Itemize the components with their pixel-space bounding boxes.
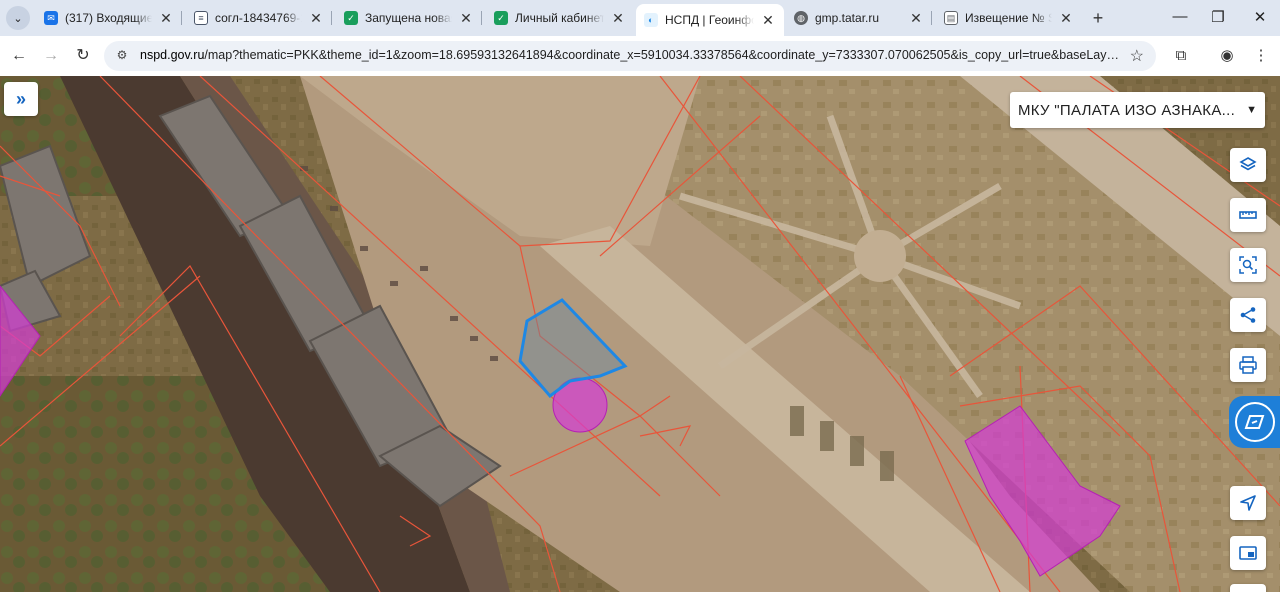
menu-icon[interactable]: ⋮: [1250, 45, 1272, 67]
profile-icon[interactable]: ◉: [1216, 45, 1238, 67]
geolocation-icon: [1240, 495, 1256, 511]
globe-icon: ◍: [794, 11, 808, 25]
layers-button[interactable]: [1230, 148, 1266, 182]
ruler-icon: [1239, 211, 1257, 219]
reload-button[interactable]: ↻: [72, 45, 94, 67]
close-icon[interactable]: ✕: [158, 10, 174, 27]
tab-search-button[interactable]: ⌄: [6, 6, 30, 30]
url-path: /map?thematic=PKK&theme_id=1&zoom=18.695…: [204, 48, 1120, 62]
tab-agreement[interactable]: ≡ согл-18434769-1 | ✕: [186, 4, 332, 32]
close-icon[interactable]: ✕: [908, 10, 924, 27]
tab-gmp-tatar[interactable]: ◍ gmp.tatar.ru ✕: [786, 4, 932, 32]
tab-title: согл-18434769-1 |: [215, 11, 302, 25]
url-host: nspd.gov.ru: [140, 48, 205, 62]
zoom-in-button[interactable]: [1230, 584, 1266, 592]
tab-personal-account[interactable]: ✓ Личный кабинет ✕: [486, 4, 634, 32]
tab-title: (317) Входящие -: [65, 11, 152, 25]
tab-strip: ⌄ ✉ (317) Входящие - ✕ ≡ согл-18434769-1…: [0, 0, 1280, 36]
close-icon[interactable]: ✕: [1058, 10, 1074, 27]
close-window-button[interactable]: ✕: [1248, 8, 1272, 26]
address-bar[interactable]: ⚙ nspd.gov.ru/map?thematic=PKK&theme_id=…: [104, 41, 1156, 71]
area-search-button[interactable]: [1230, 248, 1266, 282]
print-button[interactable]: [1230, 348, 1266, 382]
share-button[interactable]: [1230, 298, 1266, 332]
gosuslugi-icon: ✓: [494, 11, 508, 25]
minimap-icon: [1239, 546, 1257, 560]
close-icon[interactable]: ✕: [760, 12, 776, 29]
tab-title: Извещение № SA: [965, 11, 1052, 25]
tab-title: gmp.tatar.ru: [815, 11, 880, 25]
geolocation-button[interactable]: [1230, 486, 1266, 520]
forward-button[interactable]: →: [40, 45, 62, 67]
print-icon: [1239, 356, 1257, 374]
restore-button[interactable]: ❐: [1206, 8, 1230, 26]
document-icon: ≡: [194, 11, 208, 25]
tab-nspd[interactable]: ◐ НСПД | Геоинфор ✕: [636, 4, 784, 36]
ruler-button[interactable]: [1230, 198, 1266, 232]
tab-inbox[interactable]: ✉ (317) Входящие - ✕: [36, 4, 182, 32]
mail-icon: ✉: [44, 11, 58, 25]
double-chevron-right-icon: »: [15, 88, 26, 109]
share-icon: [1240, 307, 1256, 323]
minimize-button[interactable]: —: [1168, 8, 1192, 25]
organization-value: МКУ "ПАЛАТА ИЗО АЗНАКА...: [1018, 101, 1236, 119]
tab-title: НСПД | Геоинфор: [665, 13, 754, 27]
bookmark-star-icon[interactable]: ☆: [1130, 46, 1144, 66]
tab-gosuslugi-new[interactable]: ✓ Запущена новая Г ✕: [336, 4, 482, 32]
new-tab-button[interactable]: +: [1088, 8, 1108, 29]
assistant-button[interactable]: [1229, 396, 1280, 448]
assistant-icon: [1235, 402, 1275, 442]
close-icon[interactable]: ✕: [308, 10, 324, 27]
satellite-basemap: [0, 76, 1280, 592]
tab-title: Личный кабинет: [515, 11, 604, 25]
tab-title: Запущена новая Г: [365, 11, 452, 25]
browser-toolbar: ← → ↻ ⚙ nspd.gov.ru/map?thematic=PKK&the…: [0, 36, 1280, 76]
nspd-icon: ◐: [644, 13, 658, 27]
close-icon[interactable]: ✕: [458, 10, 474, 27]
tab-notice[interactable]: ▤ Извещение № SA ✕: [936, 4, 1082, 32]
extensions-icon[interactable]: ⧉: [1170, 45, 1192, 67]
gosuslugi-icon: ✓: [344, 11, 358, 25]
chevron-down-icon: ▼: [1246, 104, 1257, 116]
close-icon[interactable]: ✕: [610, 10, 626, 27]
area-search-icon: [1239, 256, 1257, 274]
back-button[interactable]: ←: [8, 45, 30, 67]
expand-panel-button[interactable]: »: [4, 82, 38, 116]
chevron-down-icon: ⌄: [13, 12, 23, 25]
page-icon: ▤: [944, 11, 958, 25]
minimap-button[interactable]: [1230, 536, 1266, 570]
site-info-icon[interactable]: ⚙: [114, 48, 130, 64]
organization-select[interactable]: МКУ "ПАЛАТА ИЗО АЗНАКА... ▼: [1010, 92, 1265, 128]
map-view[interactable]: » МКУ "ПАЛАТА ИЗО АЗНАКА... ▼: [0, 76, 1280, 592]
url-text[interactable]: nspd.gov.ru/map?thematic=PKK&theme_id=1&…: [140, 48, 1120, 62]
layers-icon: [1239, 157, 1257, 171]
